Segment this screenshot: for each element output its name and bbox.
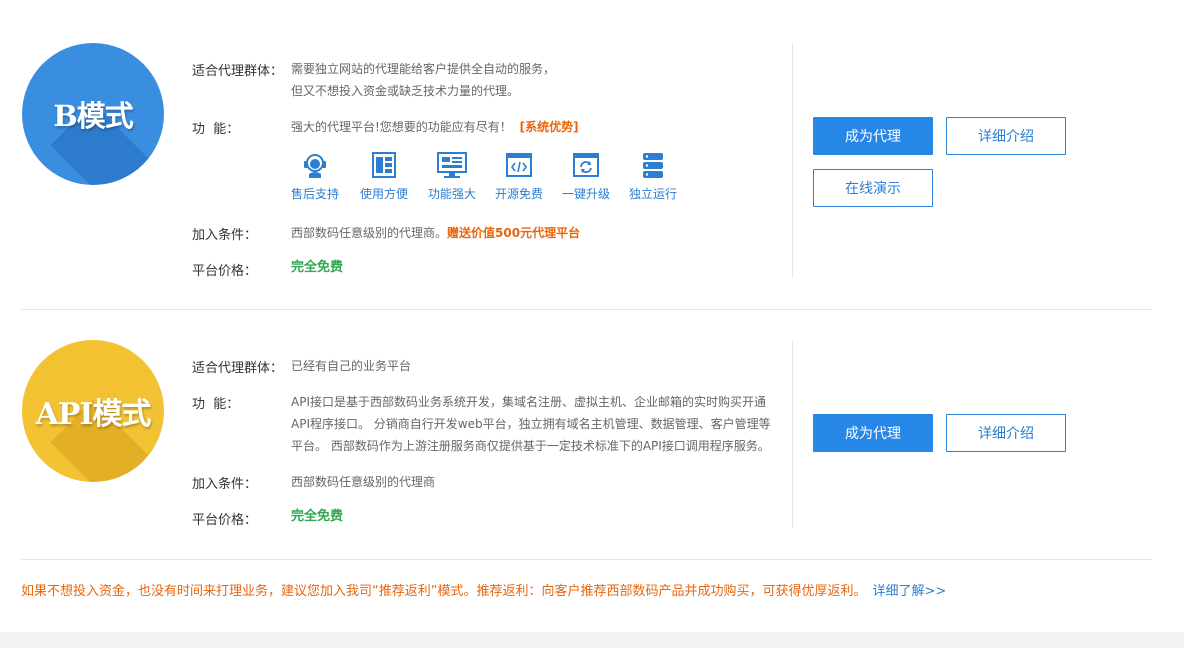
api-join-label: 加入条件： [192, 477, 258, 492]
api-detail-button[interactable]: 详细介绍 [946, 414, 1066, 452]
api-join-value: 西部数码任意级别的代理商 [291, 475, 436, 489]
feature-label: 独立运行 [628, 187, 677, 201]
referral-note: 如果不想投入资金，也没有时间来打理业务，建议您加入我司“推荐返利”模式。推荐返利… [21, 580, 946, 599]
headset-icon [304, 154, 326, 178]
refresh-icon [573, 153, 599, 177]
b-become-agent-button[interactable]: 成为代理 [813, 117, 933, 155]
feature-standalone[interactable]: 独立运行 [625, 150, 681, 202]
api-price-value: 完全免费 [291, 509, 344, 524]
api-function-label: 功 能： [192, 397, 240, 412]
feature-opensource[interactable]: 开源免费 [491, 150, 547, 202]
api-become-agent-button[interactable]: 成为代理 [813, 414, 933, 452]
server-icon [643, 153, 663, 178]
b-join-text: 西部数码任意级别的代理商。 [291, 226, 448, 240]
api-price-label: 平台价格： [192, 513, 258, 528]
b-detail-button[interactable]: 详细介绍 [946, 117, 1066, 155]
feature-upgrade[interactable]: 一键升级 [558, 150, 614, 202]
b-function-text: 强大的代理平台!您想要的功能应有尽有！ [291, 120, 512, 134]
section-separator [21, 309, 1152, 310]
feature-label: 一键升级 [561, 187, 610, 201]
api-function-line1: API接口是基于西部数码业务系统开发，集域名注册、虚拟主机、企业邮箱的实时购买开… [291, 395, 766, 409]
api-target-label: 适合代理群体： [192, 361, 284, 376]
layout-icon [372, 152, 396, 178]
b-join-highlight: 赠送价值500元代理平台 [447, 226, 581, 240]
section-separator [21, 559, 1152, 560]
feature-easy[interactable]: 使用方便 [356, 150, 412, 202]
api-divider [792, 340, 793, 528]
referral-note-text: 如果不想投入资金，也没有时间来打理业务，建议您加入我司“推荐返利”模式。推荐返利… [21, 584, 867, 599]
b-mode-badge: B模式 [22, 43, 164, 185]
feature-label: 开源免费 [494, 187, 543, 201]
feature-label: 使用方便 [359, 187, 408, 201]
feature-support[interactable]: 售后支持 [287, 150, 343, 202]
b-join-value: 西部数码任意级别的代理商。赠送价值500元代理平台 [291, 222, 580, 244]
monitor-icon [437, 152, 467, 178]
b-divider [792, 43, 793, 278]
api-function-line2: API程序接口。 分销商自行开发web平台，独立拥有域名主机管理、数据管理、客户… [291, 417, 771, 431]
b-target-line1: 需要独立网站的代理能给客户提供全自动的服务， [291, 62, 556, 76]
b-join-label: 加入条件： [192, 228, 258, 243]
feature-powerful[interactable]: 功能强大 [424, 150, 480, 202]
feature-label: 售后支持 [290, 187, 339, 201]
api-mode-badge: API模式 [22, 340, 164, 482]
api-mode-badge-text: API模式 [35, 397, 152, 432]
b-target-line2: 但又不想投入资金或缺乏技术力量的代理。 [291, 84, 520, 98]
b-demo-button[interactable]: 在线演示 [813, 169, 933, 207]
feature-label: 功能强大 [427, 187, 476, 201]
api-function-line3: 平台。 西部数码作为上游注册服务商仅提供基于一定技术标准下的API接口调用程序服… [291, 439, 770, 453]
learn-more-link[interactable]: 详细了解>> [872, 584, 946, 599]
b-function-value: 强大的代理平台!您想要的功能应有尽有！ [系统优势] [291, 116, 579, 138]
b-price-label: 平台价格： [192, 264, 258, 279]
b-target-label: 适合代理群体： [192, 64, 284, 79]
b-mode-badge-text: B模式 [53, 99, 134, 133]
api-target-value: 已经有自己的业务平台 [291, 359, 412, 373]
system-advantage-link[interactable]: [系统优势] [520, 120, 579, 134]
footer-band [0, 632, 1184, 648]
code-icon [506, 153, 532, 177]
b-price-value: 完全免费 [291, 260, 344, 275]
b-function-label: 功 能： [192, 122, 240, 137]
